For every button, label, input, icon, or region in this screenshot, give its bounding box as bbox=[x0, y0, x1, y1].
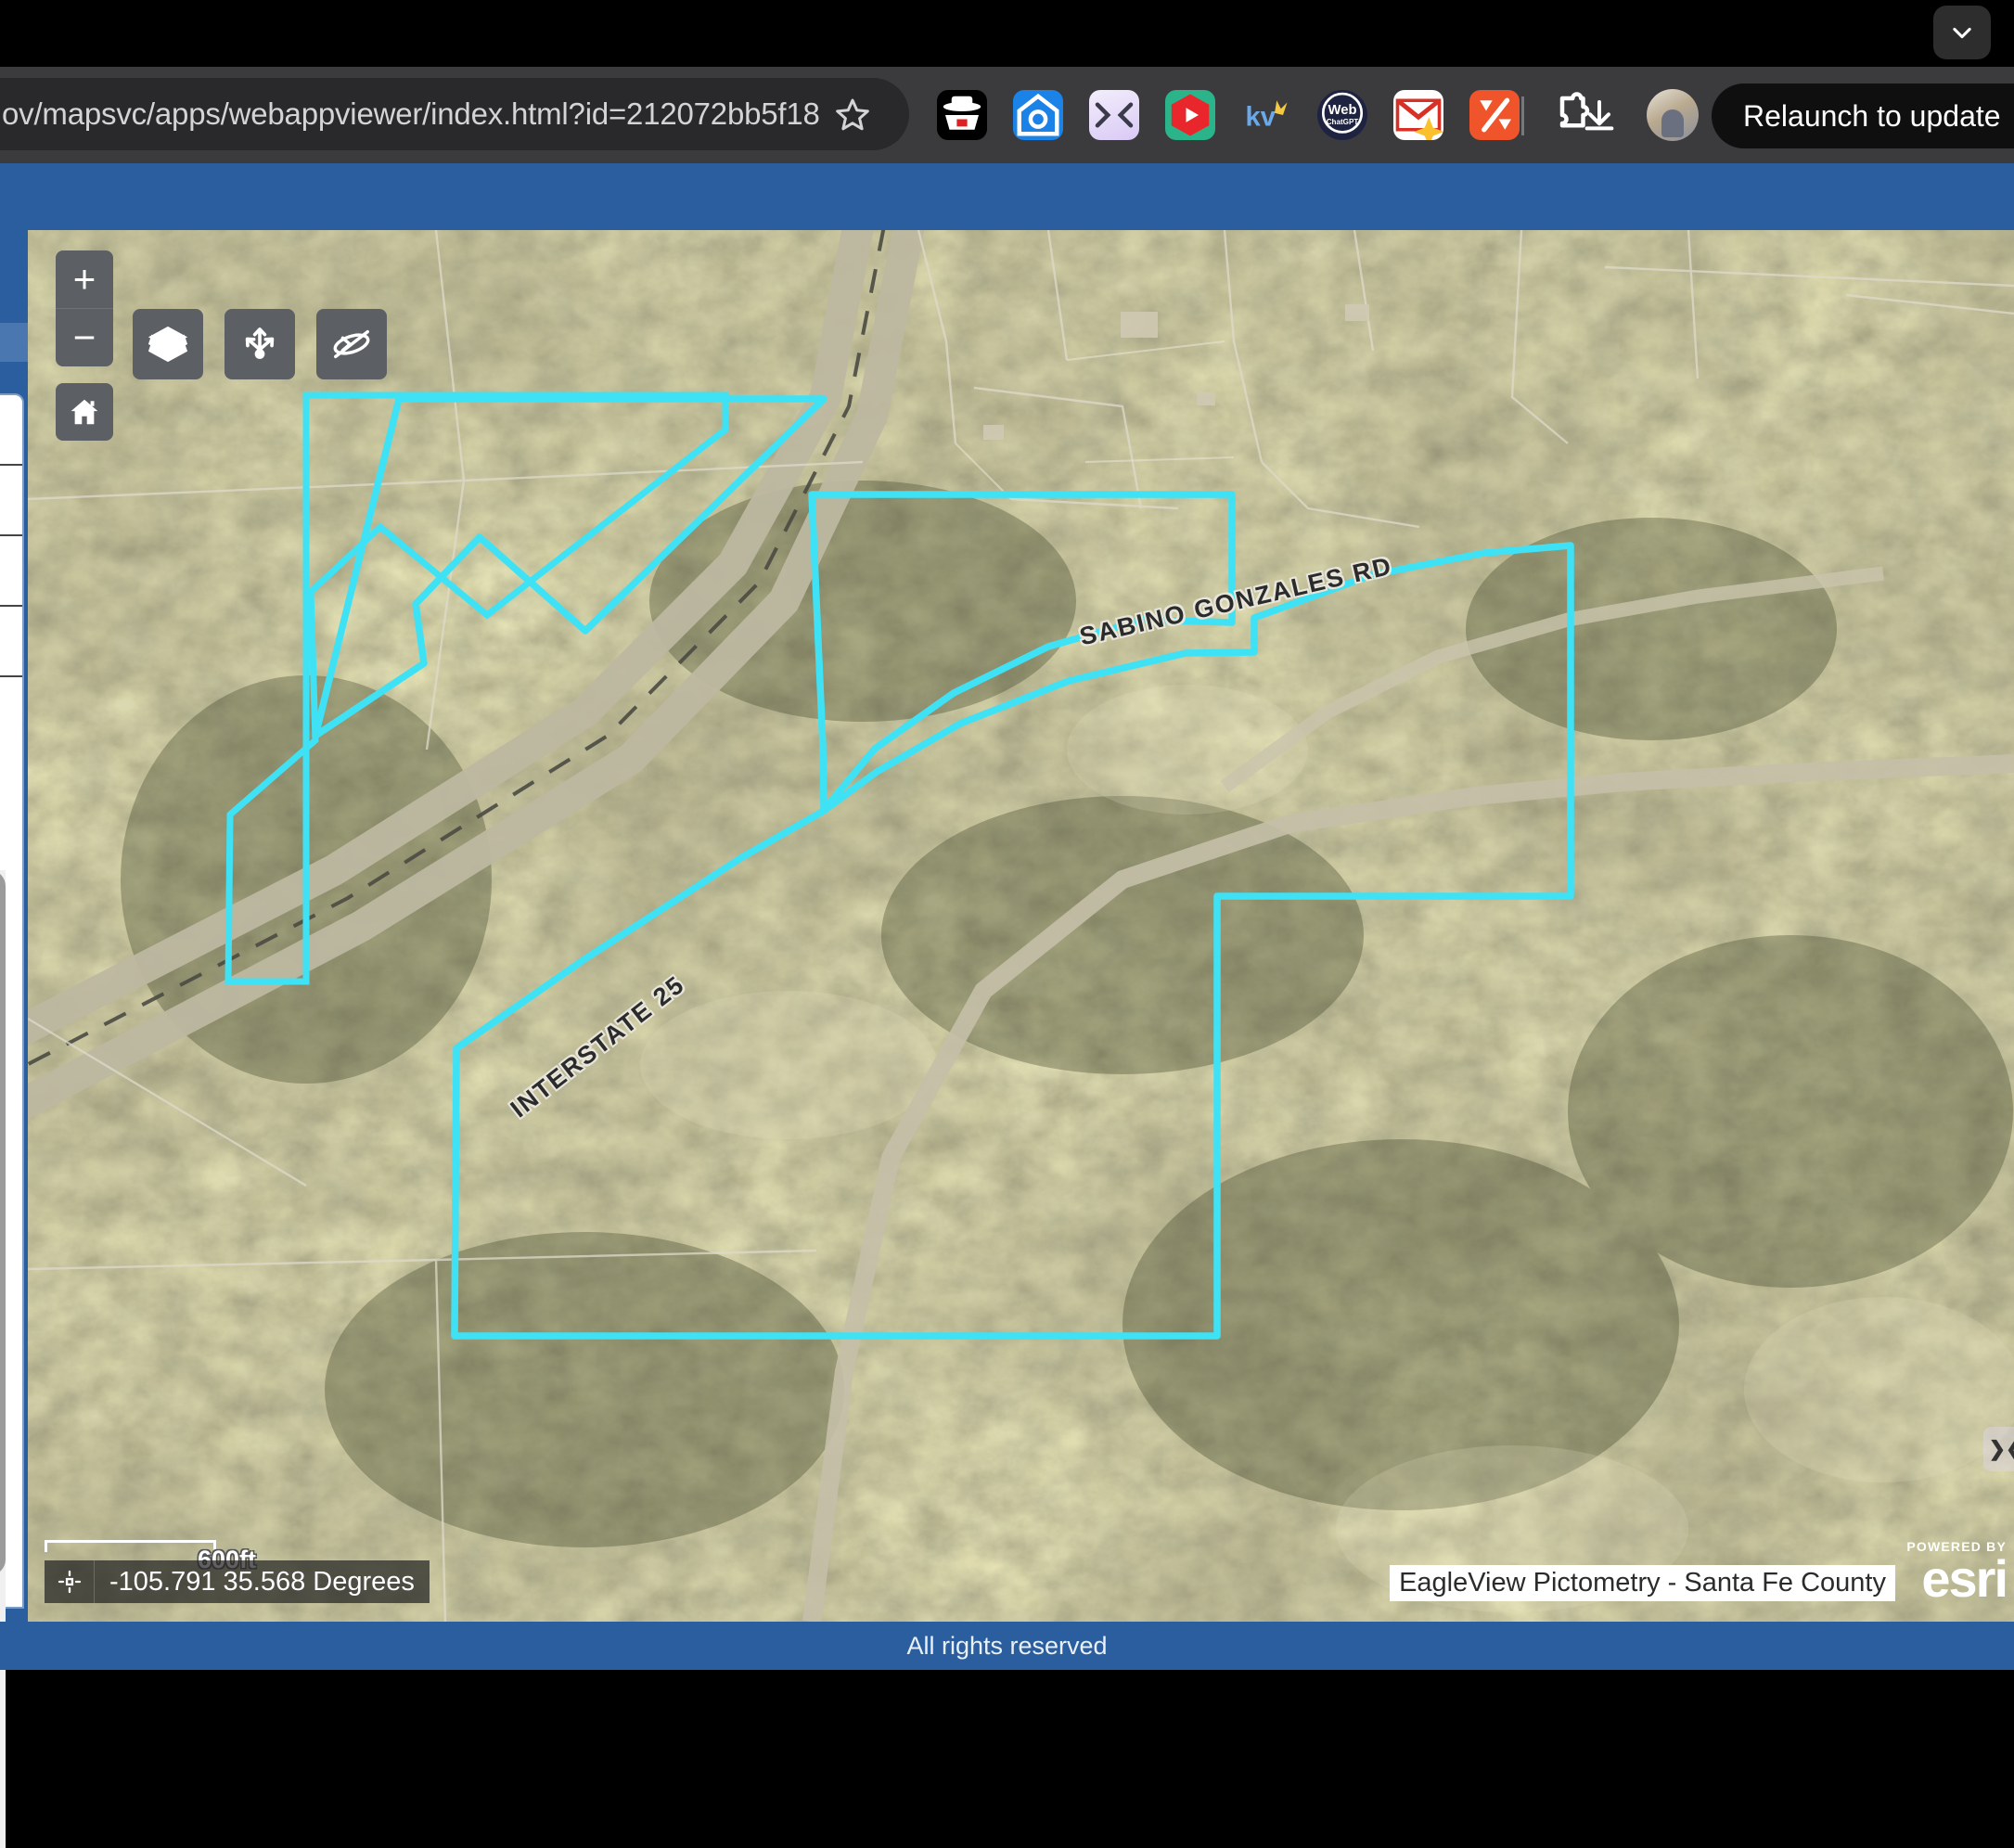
panel-row[interactable] bbox=[0, 466, 22, 536]
video-player-extension-icon[interactable] bbox=[1165, 90, 1215, 140]
left-side-panel[interactable] bbox=[0, 230, 28, 1622]
home-extent-button[interactable] bbox=[56, 383, 113, 441]
panel-scrollbar[interactable] bbox=[0, 870, 6, 1848]
svg-text:ChatGPT: ChatGPT bbox=[1327, 118, 1359, 126]
compass-slash-icon bbox=[330, 323, 373, 366]
kv-extension-icon[interactable]: kv bbox=[1241, 90, 1291, 140]
panel-row[interactable] bbox=[0, 607, 22, 677]
compass-button[interactable] bbox=[316, 309, 387, 379]
toolbar-divider bbox=[1521, 96, 1524, 135]
browser-tab-strip bbox=[0, 0, 2014, 67]
crosshair-glyph bbox=[57, 1569, 83, 1595]
esri-wordmark: esri bbox=[1900, 1553, 2007, 1605]
panel-row[interactable] bbox=[0, 395, 22, 466]
percent-glyph bbox=[1469, 90, 1520, 140]
layers-button[interactable] bbox=[133, 309, 203, 379]
panel-row[interactable] bbox=[0, 536, 22, 607]
arrows-glyph bbox=[1089, 90, 1139, 140]
percent-extension-icon[interactable] bbox=[1469, 90, 1520, 140]
coordinate-readout[interactable]: -105.791 35.568 Degrees bbox=[45, 1560, 430, 1603]
svg-text:Web: Web bbox=[1328, 103, 1356, 118]
download-glyph bbox=[1581, 97, 1618, 135]
url-text[interactable]: ov/mapsvc/apps/webappviewer/index.html?i… bbox=[0, 96, 820, 132]
scrollbar-thumb[interactable] bbox=[0, 870, 6, 1575]
kv-glyph: kv bbox=[1241, 90, 1291, 140]
esri-logo: POWERED BY esri bbox=[1900, 1540, 2007, 1605]
home-camera-extension-icon[interactable] bbox=[1013, 90, 1063, 140]
spy-extension-icon[interactable] bbox=[937, 90, 987, 140]
imagery-and-parcels bbox=[28, 230, 2014, 1622]
measure-expand-icon bbox=[238, 323, 281, 366]
layers-icon bbox=[147, 323, 189, 366]
home-icon bbox=[68, 395, 101, 429]
aerial-imagery-basemap bbox=[28, 230, 2014, 1622]
gmail-extension-icon[interactable] bbox=[1393, 90, 1443, 140]
left-panel-tab[interactable] bbox=[0, 323, 28, 362]
app-footer-bar: All rights reserved bbox=[0, 1622, 2014, 1670]
spy-glyph bbox=[937, 90, 987, 140]
coordinates-text: -105.791 35.568 Degrees bbox=[95, 1567, 430, 1598]
play-hexagon-glyph bbox=[1165, 90, 1215, 140]
scale-bar-line bbox=[45, 1540, 216, 1552]
map-canvas[interactable]: SABINO GONZALES RD INTERSTATE 25 + − bbox=[28, 230, 2014, 1622]
star-glyph bbox=[835, 96, 870, 132]
svg-text:kv: kv bbox=[1246, 102, 1276, 132]
zoom-out-button[interactable]: − bbox=[56, 309, 113, 366]
map-attribution: EagleView Pictometry - Santa Fe County bbox=[1390, 1565, 1895, 1601]
footer-text: All rights reserved bbox=[906, 1632, 1107, 1661]
relaunch-to-update-button[interactable]: Relaunch to update bbox=[1712, 83, 2014, 148]
app-header-bar: r bbox=[0, 163, 2014, 230]
overlay-widget-icon[interactable]: ❯❮ bbox=[1983, 1427, 2014, 1471]
chevron-down-icon[interactable] bbox=[1933, 6, 1991, 59]
webchatgpt-extension-icon[interactable]: Web ChatGPT bbox=[1317, 90, 1367, 140]
zoom-in-button[interactable]: + bbox=[56, 250, 113, 309]
extension-icon-bar: kv Web ChatGPT bbox=[937, 67, 1596, 163]
chevron-down-glyph bbox=[1949, 19, 1975, 45]
scale-bar: 600ft bbox=[45, 1540, 239, 1552]
zoom-control[interactable]: + − bbox=[56, 250, 113, 366]
measure-button[interactable] bbox=[224, 309, 295, 379]
address-bar[interactable]: ov/mapsvc/apps/webappviewer/index.html?i… bbox=[0, 78, 909, 150]
arrows-extension-icon[interactable] bbox=[1089, 90, 1139, 140]
home-camera-glyph bbox=[1013, 90, 1063, 140]
gmail-envelope-glyph bbox=[1393, 90, 1443, 140]
download-icon[interactable] bbox=[1572, 89, 1626, 143]
profile-avatar[interactable] bbox=[1647, 89, 1699, 141]
relaunch-label: Relaunch to update bbox=[1743, 99, 2001, 134]
bookmark-star-icon[interactable] bbox=[820, 96, 885, 132]
webchatgpt-glyph: Web ChatGPT bbox=[1317, 90, 1367, 140]
crosshair-icon[interactable] bbox=[45, 1560, 95, 1603]
browser-toolbar: ov/mapsvc/apps/webappviewer/index.html?i… bbox=[0, 67, 2014, 163]
